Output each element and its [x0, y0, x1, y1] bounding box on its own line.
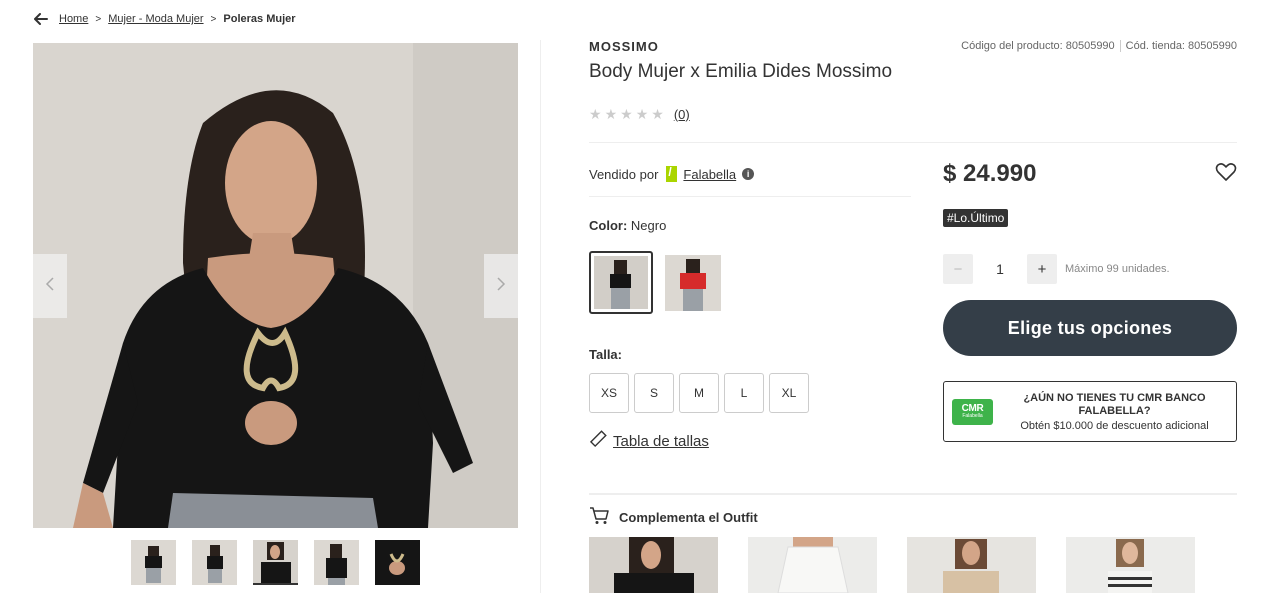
breadcrumb-mujer[interactable]: Mujer - Moda Mujer	[108, 13, 203, 25]
seller-label: Vendido por	[589, 166, 659, 182]
latest-badge: #Lo.Último	[943, 209, 1009, 227]
chevron-right-icon	[496, 276, 506, 297]
cmr-promo-text: ¿AÚN NO TIENES TU CMR BANCO FALABELLA? O…	[993, 392, 1236, 432]
breadcrumb-separator: >	[95, 13, 102, 25]
cmr-card-icon: CMR Falabella	[952, 398, 993, 425]
column-divider	[540, 40, 541, 593]
color-label-title: Color:	[589, 218, 628, 233]
product-codes: Código del producto: 80505990 Cód. tiend…	[961, 40, 1237, 52]
color-swatch-rojo[interactable]	[665, 254, 721, 311]
gallery-next-button[interactable]	[484, 254, 518, 318]
size-option-s[interactable]: S	[634, 373, 674, 413]
outfit-items	[589, 537, 1195, 593]
seller-name-link[interactable]: Falabella	[683, 167, 736, 182]
color-swatch-negro[interactable]	[589, 251, 653, 314]
rating-count-link[interactable]: (0)	[674, 107, 690, 122]
size-option-xs[interactable]: XS	[589, 373, 629, 413]
cmr-promo-banner[interactable]: CMR Falabella ¿AÚN NO TIENES TU CMR BANC…	[943, 381, 1237, 442]
breadcrumb-current[interactable]: Poleras Mujer	[223, 13, 295, 25]
star-icon: ★	[651, 106, 664, 122]
heart-icon[interactable]	[1215, 162, 1237, 182]
divider	[589, 493, 1237, 495]
breadcrumb: Home > Mujer - Moda Mujer > Poleras Muje…	[33, 10, 296, 28]
star-icon: ★	[620, 106, 633, 122]
gallery-thumbnail[interactable]	[314, 540, 359, 585]
product-page: Home > Mujer - Moda Mujer > Poleras Muje…	[0, 0, 1283, 593]
star-icon: ★	[589, 106, 602, 122]
color-value: Negro	[630, 218, 667, 233]
product-main-image[interactable]	[33, 43, 518, 528]
arrow-left-icon[interactable]	[33, 11, 49, 27]
quantity-stepper: − 1 + Máximo 99 unidades.	[943, 254, 1170, 284]
quantity-value[interactable]: 1	[973, 261, 1027, 277]
gallery-thumbnail[interactable]	[192, 540, 237, 585]
seller-info: Vendido por Falabella i	[589, 165, 755, 182]
falabella-logo-icon	[666, 165, 678, 182]
product-rating: ★ ★ ★ ★ ★ (0)	[589, 106, 690, 123]
rating-stars: ★ ★ ★ ★ ★	[589, 106, 664, 123]
color-label: Color: Negro	[589, 218, 666, 233]
quantity-decrease-button[interactable]: −	[943, 254, 973, 284]
size-option-xl[interactable]: XL	[769, 373, 809, 413]
divider	[589, 196, 911, 197]
size-table-link[interactable]: Tabla de tallas	[589, 430, 709, 452]
size-options: XS S M L XL	[589, 373, 809, 413]
outfit-item[interactable]	[907, 537, 1036, 593]
product-title: Body Mujer x Emilia Dides Mossimo	[589, 61, 893, 82]
outfit-section-title: Complementa el Outfit	[589, 507, 758, 528]
size-option-m[interactable]: M	[679, 373, 719, 413]
outfit-title-label: Complementa el Outfit	[619, 510, 758, 525]
color-swatches	[589, 251, 721, 314]
product-price: $ 24.990	[943, 160, 1037, 187]
divider	[589, 142, 1237, 143]
cart-icon	[589, 507, 619, 528]
outfit-item[interactable]	[748, 537, 877, 593]
ruler-icon	[589, 430, 607, 452]
outfit-item[interactable]	[589, 537, 718, 593]
cmr-card-sub: Falabella	[962, 413, 983, 419]
codes-divider	[1119, 40, 1121, 52]
size-table-label: Tabla de tallas	[613, 432, 709, 450]
product-code: Código del producto: 80505990	[961, 40, 1115, 52]
info-icon[interactable]: i	[742, 168, 755, 180]
product-brand[interactable]: MOSSIMO	[589, 39, 659, 54]
outfit-item[interactable]	[1066, 537, 1195, 593]
breadcrumb-separator: >	[210, 13, 217, 25]
gallery-thumbnail[interactable]	[375, 540, 420, 585]
star-icon: ★	[604, 106, 618, 122]
quantity-max-text: Máximo 99 unidades.	[1065, 263, 1170, 275]
breadcrumb-home[interactable]: Home	[59, 13, 88, 25]
store-code: Cód. tienda: 80505990	[1125, 40, 1237, 52]
choose-options-button[interactable]: Elige tus opciones	[943, 300, 1237, 356]
quantity-increase-button[interactable]: +	[1027, 254, 1057, 284]
size-option-l[interactable]: L	[724, 373, 764, 413]
gallery-thumbnail-active[interactable]	[253, 540, 298, 585]
gallery-prev-button[interactable]	[33, 254, 67, 318]
size-label: Talla:	[589, 347, 622, 362]
gallery-thumbnail[interactable]	[131, 540, 176, 585]
cmr-headline: ¿AÚN NO TIENES TU CMR BANCO FALABELLA?	[1023, 391, 1206, 417]
cmr-subtext: Obtén $10.000 de descuento adicional	[1020, 419, 1209, 432]
star-icon: ★	[635, 106, 649, 122]
chevron-left-icon	[45, 276, 55, 297]
gallery-thumbnails	[131, 540, 420, 585]
